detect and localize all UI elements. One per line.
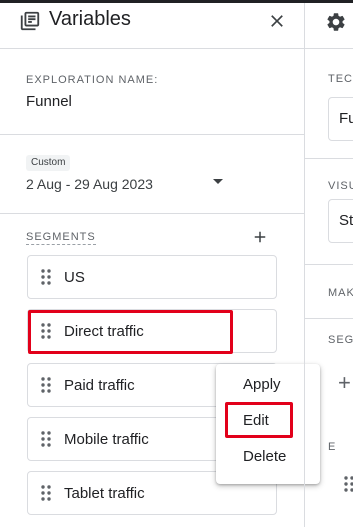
segment-label: Paid traffic bbox=[64, 376, 135, 394]
technique-label: TEC bbox=[328, 73, 353, 85]
divider bbox=[305, 158, 353, 159]
divider bbox=[0, 48, 304, 49]
drag-handle-icon[interactable] bbox=[344, 476, 353, 492]
drag-handle-icon[interactable] bbox=[41, 431, 51, 447]
plus-icon bbox=[254, 231, 266, 243]
drag-handle-icon[interactable] bbox=[41, 269, 51, 285]
panel-divider bbox=[304, 3, 305, 527]
visualization-select[interactable]: St bbox=[328, 199, 353, 243]
dropdown-arrow-icon[interactable] bbox=[212, 178, 224, 186]
drag-handle-icon[interactable] bbox=[41, 323, 51, 339]
plus-icon[interactable]: + bbox=[338, 370, 351, 396]
partial-label: E bbox=[328, 441, 337, 453]
visualization-label: VISU bbox=[328, 180, 353, 192]
segment-item-direct-traffic[interactable]: Direct traffic bbox=[27, 309, 277, 353]
date-range[interactable]: 2 Aug - 29 Aug 2023 bbox=[26, 176, 153, 192]
divider bbox=[0, 134, 304, 135]
drag-handle-icon[interactable] bbox=[41, 377, 51, 393]
close-button[interactable] bbox=[264, 8, 290, 34]
segment-label: Direct traffic bbox=[64, 322, 144, 340]
divider bbox=[305, 264, 353, 265]
exploration-name-value[interactable]: Funnel bbox=[26, 93, 72, 110]
segment-item-us[interactable]: US bbox=[27, 255, 277, 299]
add-segment-button[interactable] bbox=[248, 225, 272, 249]
segments-label: SEGMENTS bbox=[26, 231, 96, 245]
list-icon bbox=[20, 11, 40, 31]
divider bbox=[305, 48, 353, 49]
close-icon bbox=[271, 15, 283, 27]
divider bbox=[305, 318, 353, 319]
divider bbox=[0, 213, 304, 214]
panel-title: Variables bbox=[49, 8, 131, 30]
segment-label: Tablet traffic bbox=[64, 484, 145, 502]
segment-label: US bbox=[64, 268, 85, 286]
segment-comparisons-label: SEG bbox=[328, 334, 353, 346]
segment-label: Mobile traffic bbox=[64, 430, 149, 448]
technique-select[interactable]: Fu bbox=[328, 97, 353, 141]
drag-handle-icon[interactable] bbox=[41, 485, 51, 501]
settings-icon[interactable] bbox=[325, 11, 347, 33]
make-label: MAK bbox=[328, 287, 353, 299]
exploration-name-label: EXPLORATION NAME: bbox=[26, 74, 159, 86]
date-chip: Custom bbox=[26, 155, 71, 171]
